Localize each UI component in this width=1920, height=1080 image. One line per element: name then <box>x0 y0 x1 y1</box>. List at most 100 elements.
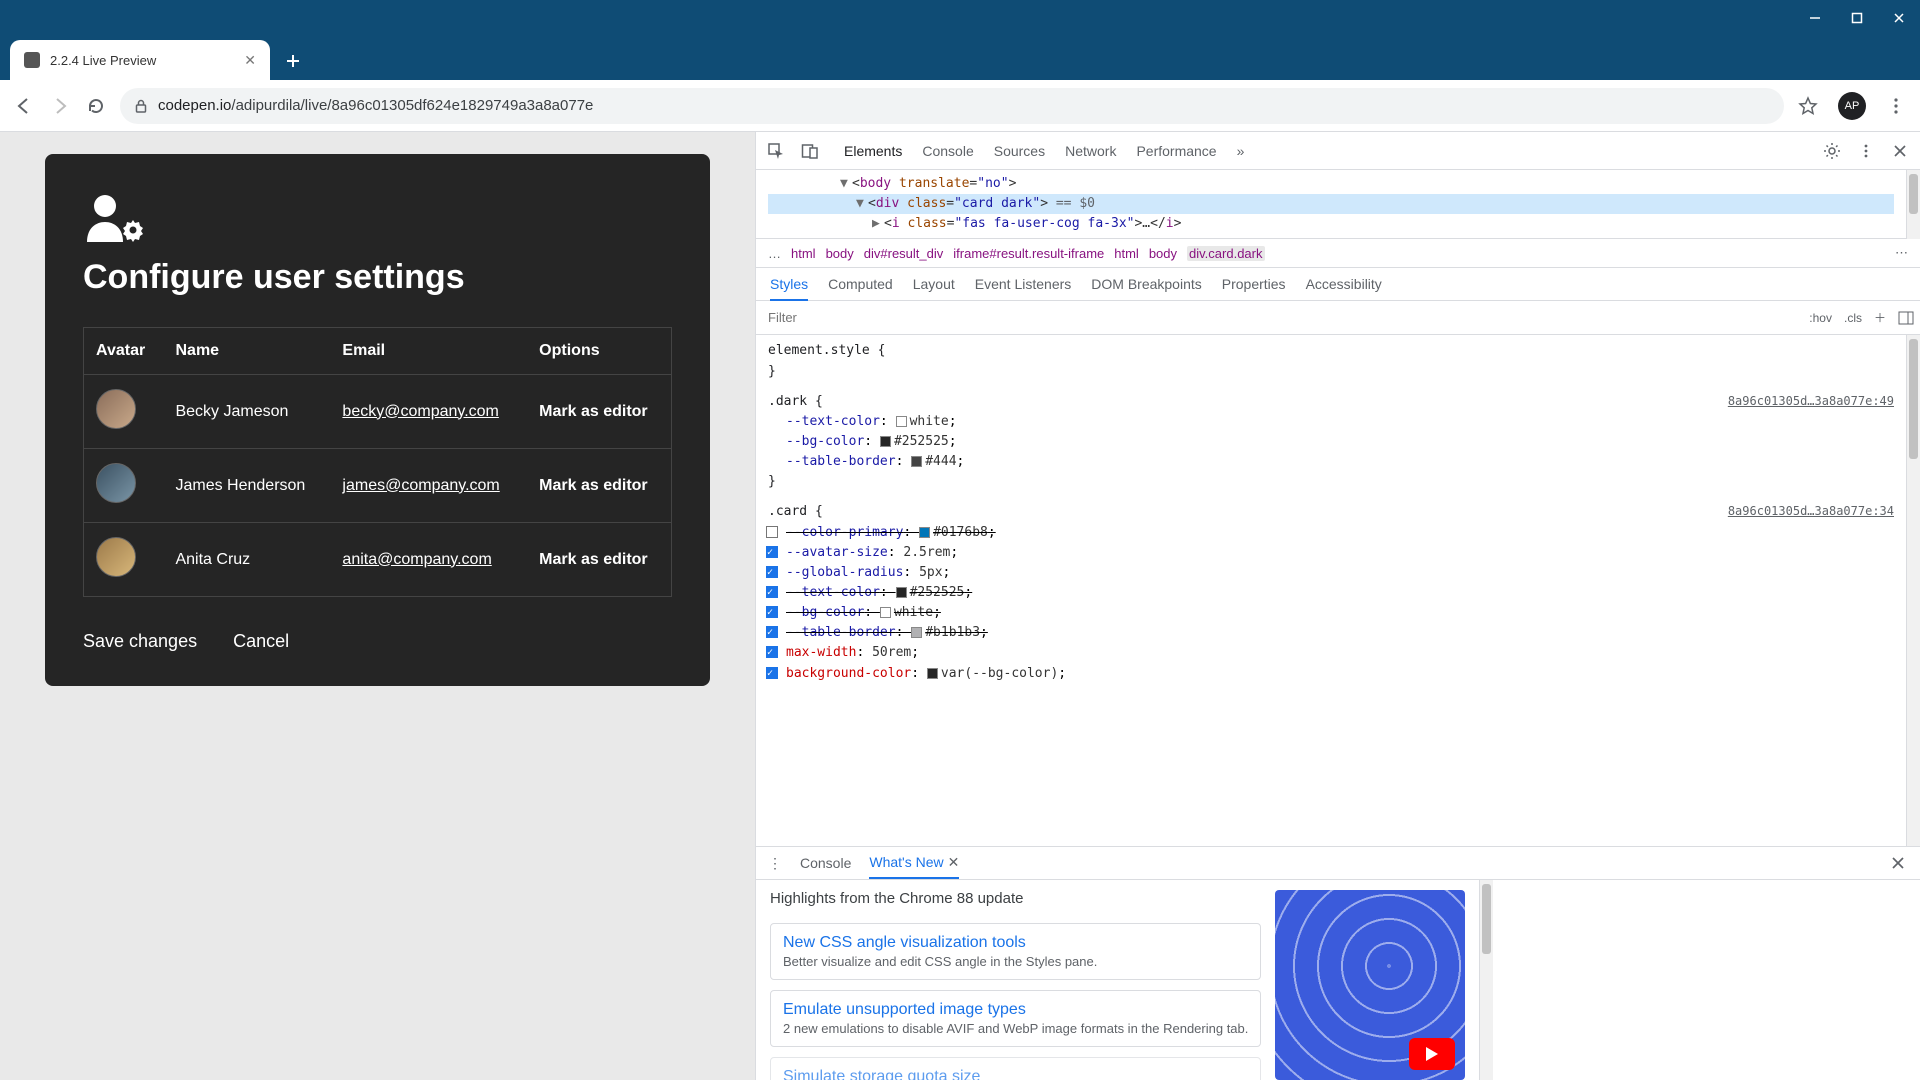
styles-filter-input[interactable] <box>756 310 1803 325</box>
crumb[interactable]: iframe#result.result-iframe <box>953 246 1104 261</box>
computed-toggle-icon[interactable] <box>1892 311 1920 325</box>
user-name: Becky Jameson <box>163 375 330 449</box>
property-checkbox[interactable] <box>766 526 778 538</box>
css-declaration[interactable]: --text-color: #252525; <box>768 583 1894 603</box>
drawer-menu-button[interactable]: ⋮ <box>768 855 782 872</box>
window-minimize-button[interactable] <box>1808 11 1822 25</box>
new-tab-button[interactable] <box>278 46 308 76</box>
panel-tab-elements[interactable]: Elements <box>844 143 902 159</box>
property-checkbox[interactable] <box>766 667 778 679</box>
new-style-rule-button[interactable]: ＋ <box>1868 309 1892 326</box>
whatsnew-card[interactable]: Simulate storage quota size <box>770 1057 1261 1080</box>
youtube-play-icon[interactable] <box>1409 1038 1455 1070</box>
rule-selector[interactable]: element.style { <box>768 341 1894 361</box>
reload-button[interactable] <box>84 94 108 118</box>
mark-editor-button[interactable]: Mark as editor <box>539 403 647 420</box>
drawer-scrollbar[interactable] <box>1479 880 1493 1080</box>
user-email-link[interactable]: james@company.com <box>342 477 499 494</box>
subtab-accessibility[interactable]: Accessibility <box>1306 276 1382 292</box>
crumb[interactable]: html <box>791 246 816 261</box>
panel-tab-sources[interactable]: Sources <box>994 143 1045 159</box>
panel-tab-console[interactable]: Console <box>922 143 973 159</box>
dom-scrollbar[interactable] <box>1906 170 1920 239</box>
source-link[interactable]: 8a96c01305d…3a8a077e:49 <box>1728 392 1894 411</box>
dom-tree[interactable]: ▼<body translate="no"> ▼<div class="card… <box>756 170 1906 239</box>
css-declaration[interactable]: background-color: var(--bg-color); <box>768 664 1894 684</box>
window-close-button[interactable] <box>1892 11 1906 25</box>
devtools-menu-button[interactable] <box>1856 141 1876 161</box>
panel-tab-performance[interactable]: Performance <box>1136 143 1216 159</box>
whatsnew-headline: Highlights from the Chrome 88 update <box>770 890 1261 907</box>
url-box[interactable]: codepen.io/adipurdila/live/8a96c01305df6… <box>120 88 1784 124</box>
subtab-computed[interactable]: Computed <box>828 276 893 292</box>
css-declaration[interactable]: --global-radius: 5px; <box>768 563 1894 583</box>
user-email-link[interactable]: anita@company.com <box>342 551 491 568</box>
dom-breadcrumbs[interactable]: … html body div#result_div iframe#result… <box>756 239 1920 268</box>
drawer-tab-close-icon[interactable]: ✕ <box>948 854 960 870</box>
cls-toggle[interactable]: .cls <box>1838 311 1868 325</box>
whatsnew-card[interactable]: New CSS angle visualization tools Better… <box>770 923 1261 980</box>
hov-toggle[interactable]: :hov <box>1803 311 1838 325</box>
mark-editor-button[interactable]: Mark as editor <box>539 551 647 568</box>
subtab-properties[interactable]: Properties <box>1222 276 1286 292</box>
css-declaration[interactable]: --bg-color: white; <box>768 603 1894 623</box>
crumbs-overflow-icon[interactable]: ⋯ <box>1895 245 1908 261</box>
property-checkbox[interactable] <box>766 646 778 658</box>
css-declaration[interactable]: --color-primary: #0176b8; <box>768 523 1894 543</box>
browser-tab[interactable]: 2.2.4 Live Preview ✕ <box>10 40 270 80</box>
subtab-layout[interactable]: Layout <box>913 276 955 292</box>
source-link[interactable]: 8a96c01305d…3a8a077e:34 <box>1728 502 1894 521</box>
avatar <box>96 537 136 577</box>
mark-editor-button[interactable]: Mark as editor <box>539 477 647 494</box>
whatsnew-video-thumb[interactable] <box>1275 890 1465 1080</box>
col-email: Email <box>330 328 527 375</box>
inspect-element-button[interactable] <box>766 141 786 161</box>
css-declaration[interactable]: --bg-color: #252525; <box>768 432 1894 452</box>
back-button[interactable] <box>12 94 36 118</box>
profile-avatar[interactable]: AP <box>1838 92 1866 120</box>
styles-scrollbar[interactable] <box>1906 335 1920 846</box>
tab-close-button[interactable]: ✕ <box>244 52 256 69</box>
devtools-close-button[interactable] <box>1890 141 1910 161</box>
panel-tab-network[interactable]: Network <box>1065 143 1116 159</box>
save-button[interactable]: Save changes <box>83 631 197 652</box>
device-toolbar-button[interactable] <box>800 141 820 161</box>
crumb[interactable]: div#result_div <box>864 246 944 261</box>
bookmark-star-button[interactable] <box>1796 94 1820 118</box>
browser-menu-button[interactable] <box>1884 94 1908 118</box>
devtools-settings-button[interactable] <box>1822 141 1842 161</box>
rule-selector[interactable]: .dark { <box>768 392 1894 412</box>
property-checkbox[interactable] <box>766 606 778 618</box>
property-checkbox[interactable] <box>766 546 778 558</box>
css-declaration[interactable]: --table-border: #b1b1b3; <box>768 623 1894 643</box>
window-maximize-button[interactable] <box>1850 11 1864 25</box>
css-declaration[interactable]: --table-border: #444; <box>768 452 1894 472</box>
drawer-tab-console[interactable]: Console <box>800 855 851 871</box>
card-heading: Configure user settings <box>83 258 672 297</box>
property-checkbox[interactable] <box>766 626 778 638</box>
panel-tab-overflow[interactable]: » <box>1237 143 1245 159</box>
css-declaration[interactable]: --avatar-size: 2.5rem; <box>768 543 1894 563</box>
styles-pane[interactable]: element.style { } 8a96c01305d…3a8a077e:4… <box>756 335 1906 846</box>
property-checkbox[interactable] <box>766 566 778 578</box>
user-name: Anita Cruz <box>163 523 330 597</box>
css-declaration[interactable]: --text-color: white; <box>768 412 1894 432</box>
user-email-link[interactable]: becky@company.com <box>342 403 498 420</box>
whatsnew-card[interactable]: Emulate unsupported image types 2 new em… <box>770 990 1261 1047</box>
cancel-button[interactable]: Cancel <box>233 631 289 652</box>
property-checkbox[interactable] <box>766 586 778 598</box>
crumb[interactable]: body <box>1149 246 1177 261</box>
crumb[interactable]: div.card.dark <box>1187 246 1264 261</box>
drawer-close-button[interactable] <box>1888 853 1908 873</box>
subtab-dombreakpoints[interactable]: DOM Breakpoints <box>1091 276 1201 292</box>
crumb[interactable]: html <box>1114 246 1139 261</box>
forward-button[interactable] <box>48 94 72 118</box>
whatsnew-card-title: Simulate storage quota size <box>783 1068 1248 1080</box>
rule-selector[interactable]: .card { <box>768 502 1894 522</box>
subtab-eventlisteners[interactable]: Event Listeners <box>975 276 1072 292</box>
crumb[interactable]: … <box>768 246 781 261</box>
crumb[interactable]: body <box>826 246 854 261</box>
css-declaration[interactable]: max-width: 50rem; <box>768 643 1894 663</box>
subtab-styles[interactable]: Styles <box>770 276 808 301</box>
drawer-tab-whatsnew[interactable]: What's New✕ <box>869 854 959 879</box>
